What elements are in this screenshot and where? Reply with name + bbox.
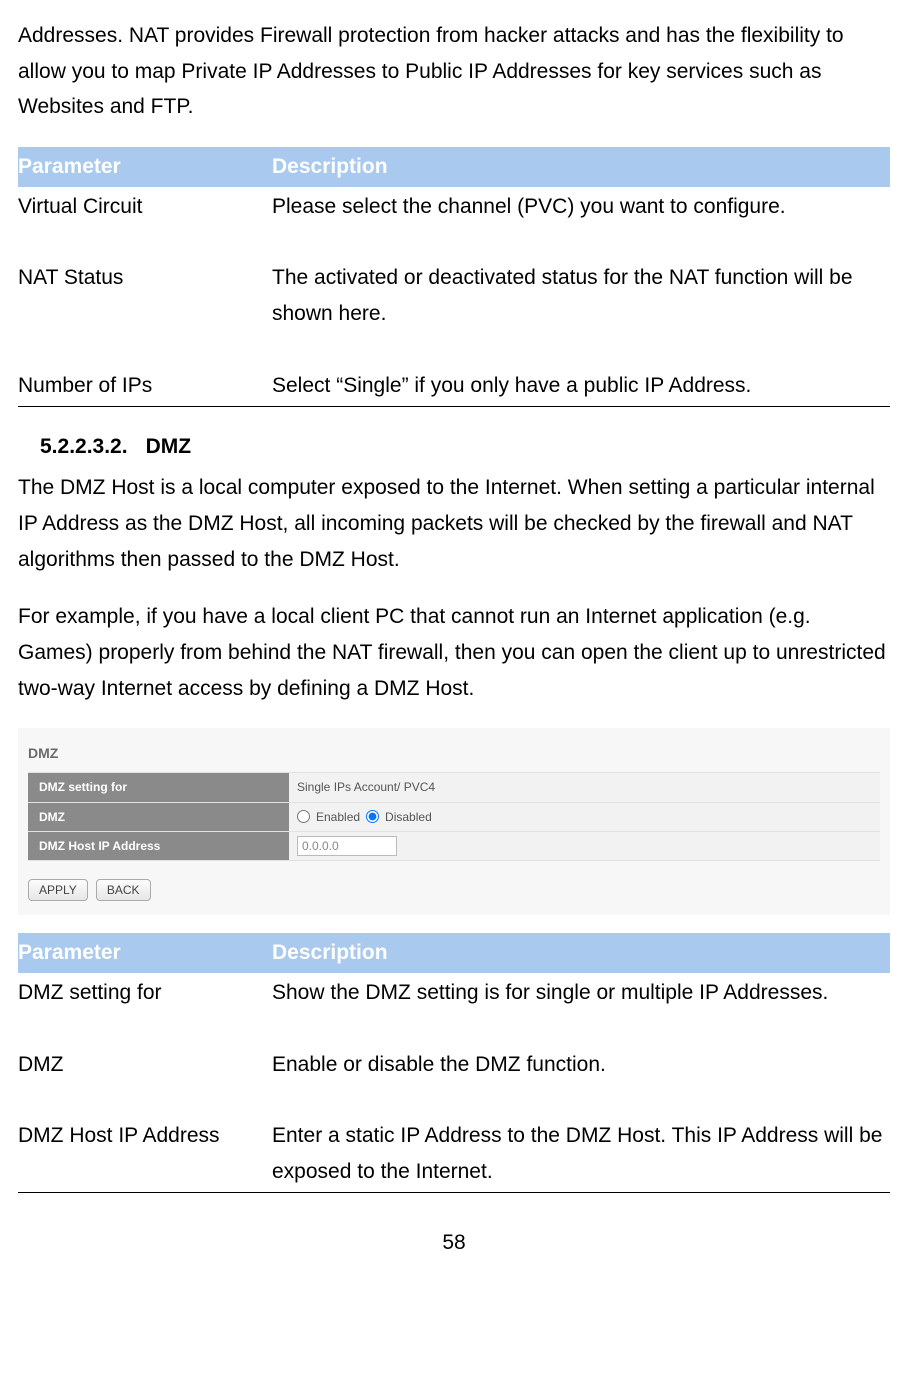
table-row: DMZ Host IP Address Enter a static IP Ad… [18,1116,890,1192]
table2-row1-param: DMZ [18,1045,272,1085]
dmz-paragraph-1: The DMZ Host is a local computer exposed… [18,470,890,577]
dmz-enabled-label: Enabled [316,807,360,827]
dmz-setting-for-label: DMZ setting for [28,773,289,801]
table1-row2-desc: Select “Single” if you only have a publi… [272,366,890,406]
back-button[interactable]: BACK [96,879,151,901]
dmz-enable-row: DMZ Enabled Disabled [28,802,880,831]
table-row: Virtual Circuit Please select the channe… [18,187,890,227]
dmz-settings-panel: DMZ DMZ setting for Single IPs Account/ … [18,728,890,915]
dmz-setting-for-row: DMZ setting for Single IPs Account/ PVC4 [28,772,880,801]
dmz-parameter-table: Parameter Description DMZ setting for Sh… [18,933,890,1192]
dmz-enable-label: DMZ [28,803,289,831]
table1-row1-desc: The activated or deactivated status for … [272,258,890,333]
dmz-panel-title: DMZ [28,742,880,766]
apply-button[interactable]: APPLY [28,879,88,901]
table1-row2-param: Number of IPs [18,366,272,406]
section-heading-dmz: 5.2.2.3.2. DMZ [18,429,890,465]
dmz-disabled-radio[interactable] [366,810,379,823]
table1-row1-param: NAT Status [18,258,272,333]
dmz-paragraph-2: For example, if you have a local client … [18,599,890,706]
dmz-enabled-radio[interactable] [297,810,310,823]
table1-header-desc: Description [272,147,890,187]
dmz-setting-for-value: Single IPs Account/ PVC4 [289,773,880,801]
table2-row2-param: DMZ Host IP Address [18,1116,272,1192]
dmz-disabled-label: Disabled [385,807,432,827]
dmz-host-ip-label: DMZ Host IP Address [28,832,289,860]
table1-row0-param: Virtual Circuit [18,187,272,227]
table2-row0-param: DMZ setting for [18,973,272,1013]
section-number: 5.2.2.3.2. [40,435,128,458]
table-row: NAT Status The activated or deactivated … [18,258,890,333]
section-title: DMZ [146,435,192,458]
nat-parameter-table: Parameter Description Virtual Circuit Pl… [18,147,890,406]
table2-header-param: Parameter [18,933,272,973]
table2-row2-desc: Enter a static IP Address to the DMZ Hos… [272,1116,890,1192]
table2-header-desc: Description [272,933,890,973]
intro-paragraph: Addresses. NAT provides Firewall protect… [18,18,890,125]
page-number: 58 [18,1225,890,1261]
table-row: DMZ setting for Show the DMZ setting is … [18,973,890,1013]
table1-row0-desc: Please select the channel (PVC) you want… [272,187,890,227]
table-row: DMZ Enable or disable the DMZ function. [18,1045,890,1085]
dmz-host-ip-row: DMZ Host IP Address [28,831,880,861]
table2-row1-desc: Enable or disable the DMZ function. [272,1045,890,1085]
table-row: Number of IPs Select “Single” if you onl… [18,366,890,406]
table2-row0-desc: Show the DMZ setting is for single or mu… [272,973,890,1013]
dmz-host-ip-input[interactable] [297,836,397,856]
table1-header-param: Parameter [18,147,272,187]
